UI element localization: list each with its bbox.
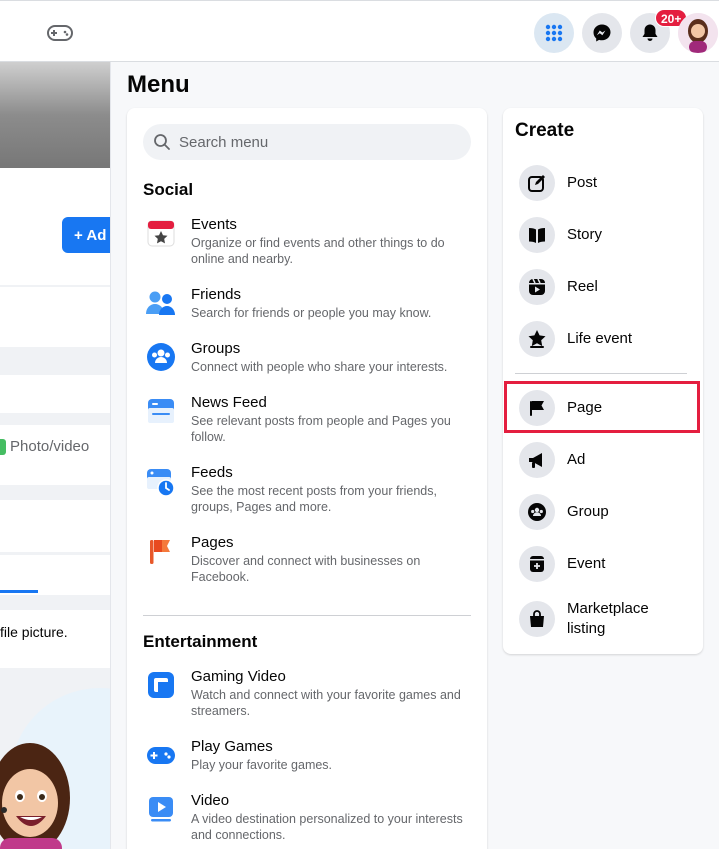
menu-item-description: See relevant posts from people and Pages… [191, 414, 451, 444]
menu-item-name: Pages [191, 534, 234, 551]
create-title: Create [515, 120, 575, 141]
avatar [678, 13, 718, 53]
search-menu-box[interactable] [143, 124, 471, 160]
create-post-button[interactable]: Post [519, 163, 695, 203]
menu-item-name: Video [191, 792, 230, 809]
create-ad-button[interactable]: Ad [519, 440, 695, 480]
create-divider [515, 373, 687, 374]
menu-item-name: Play Games [191, 738, 273, 755]
star-icon [528, 330, 546, 348]
event-plus-icon [530, 556, 544, 572]
gamepad-icon [147, 747, 175, 764]
menu-item-name: Feeds [191, 464, 233, 481]
menu-item-gaming-video[interactable]: Gaming Video Watch and connect with your… [143, 668, 473, 719]
menu-item-description: Connect with people who share your inter… [191, 360, 448, 374]
search-icon [154, 134, 170, 150]
menu-item-video[interactable]: Video A video destination personalized t… [143, 792, 473, 843]
menu-item-news-feed[interactable]: News Feed See relevant posts from people… [143, 394, 473, 445]
edit-icon [528, 175, 545, 192]
view-tabs-panel [0, 555, 110, 595]
shopping-bag-icon [530, 610, 544, 627]
menu-item-description: Play your favorite games. [191, 758, 333, 772]
menu-item-events[interactable]: Events Organize or find events and other… [143, 216, 473, 267]
menu-item-name: News Feed [191, 394, 267, 411]
menu-panel: Menu Social Events Organize or find even… [110, 62, 719, 849]
search-menu-input[interactable] [179, 133, 459, 151]
gaming-video-icon [148, 672, 174, 698]
create-group-button[interactable]: Group [519, 492, 695, 532]
avatar-illustration [0, 688, 110, 849]
menu-item-name: Gaming Video [191, 668, 286, 685]
messenger-button[interactable] [582, 13, 622, 53]
menu-shortcuts-card: Social Events Organize or find events an… [127, 108, 487, 849]
feeds-icon [147, 469, 175, 497]
gaming-icon [47, 25, 73, 41]
composer-panel [0, 375, 110, 413]
menu-item-friends[interactable]: Friends Search for friends or people you… [143, 286, 473, 322]
cover-photo [0, 62, 110, 168]
post-text: file picture. [0, 624, 68, 640]
groups-icon [147, 343, 175, 371]
group-icon [528, 503, 546, 521]
photo-video-button[interactable]: Photo/video [0, 438, 89, 455]
reel-icon [529, 278, 545, 295]
composer-actions-panel [0, 425, 110, 485]
menu-item-name: Groups [191, 340, 241, 357]
menu-item-pages[interactable]: Pages Discover and connect with business… [143, 534, 473, 585]
create-event-button[interactable]: Event [519, 544, 695, 584]
create-life-event-button[interactable]: Life event [519, 319, 695, 359]
menu-item-description: See the most recent posts from your frie… [191, 484, 437, 514]
menu-item-name: Events [191, 216, 237, 233]
social-section-title: Social [143, 180, 194, 199]
menu-item-description: Search for friends or people you may kno… [191, 306, 432, 320]
menu-item-description: Discover and connect with businesses on … [191, 554, 421, 584]
menu-item-play-games[interactable]: Play Games Play your favorite games. [143, 738, 473, 774]
video-icon [149, 797, 173, 822]
bell-icon [642, 24, 658, 41]
menu-item-feeds[interactable]: Feeds See the most recent posts from you… [143, 464, 473, 515]
posts-header-panel [0, 500, 110, 552]
menu-item-description: Watch and connect with your favorite gam… [191, 688, 461, 718]
photo-icon [0, 438, 6, 455]
gaming-tab[interactable] [38, 15, 82, 51]
news-feed-icon [148, 399, 174, 423]
entertainment-section-title: Entertainment [143, 632, 258, 651]
menu-item-name: Friends [191, 286, 242, 303]
messenger-icon [593, 24, 611, 42]
calendar-icon [147, 220, 175, 247]
menu-item-description: Organize or find events and other things… [191, 236, 445, 266]
create-story-button[interactable]: Story [519, 215, 695, 255]
menu-title: Menu [127, 71, 190, 98]
pages-flag-icon [150, 540, 170, 564]
account-avatar[interactable] [678, 13, 718, 53]
menu-button[interactable] [534, 13, 574, 53]
page-highlight-box [504, 381, 700, 433]
menu-item-groups[interactable]: Groups Connect with people who share you… [143, 340, 473, 376]
create-marketplace-listing-button[interactable]: Marketplace listing [519, 596, 695, 642]
profile-tabs-panel [0, 287, 110, 347]
friends-icon [146, 291, 175, 315]
menu-item-description: A video destination personalized to your… [191, 812, 463, 842]
active-tab-indicator [0, 590, 38, 593]
menu-grid-icon [545, 24, 563, 42]
megaphone-icon [529, 453, 542, 468]
book-icon [529, 228, 545, 243]
top-navigation-bar: 20+ [0, 0, 719, 62]
section-divider [143, 615, 471, 616]
create-reel-button[interactable]: Reel [519, 267, 695, 307]
